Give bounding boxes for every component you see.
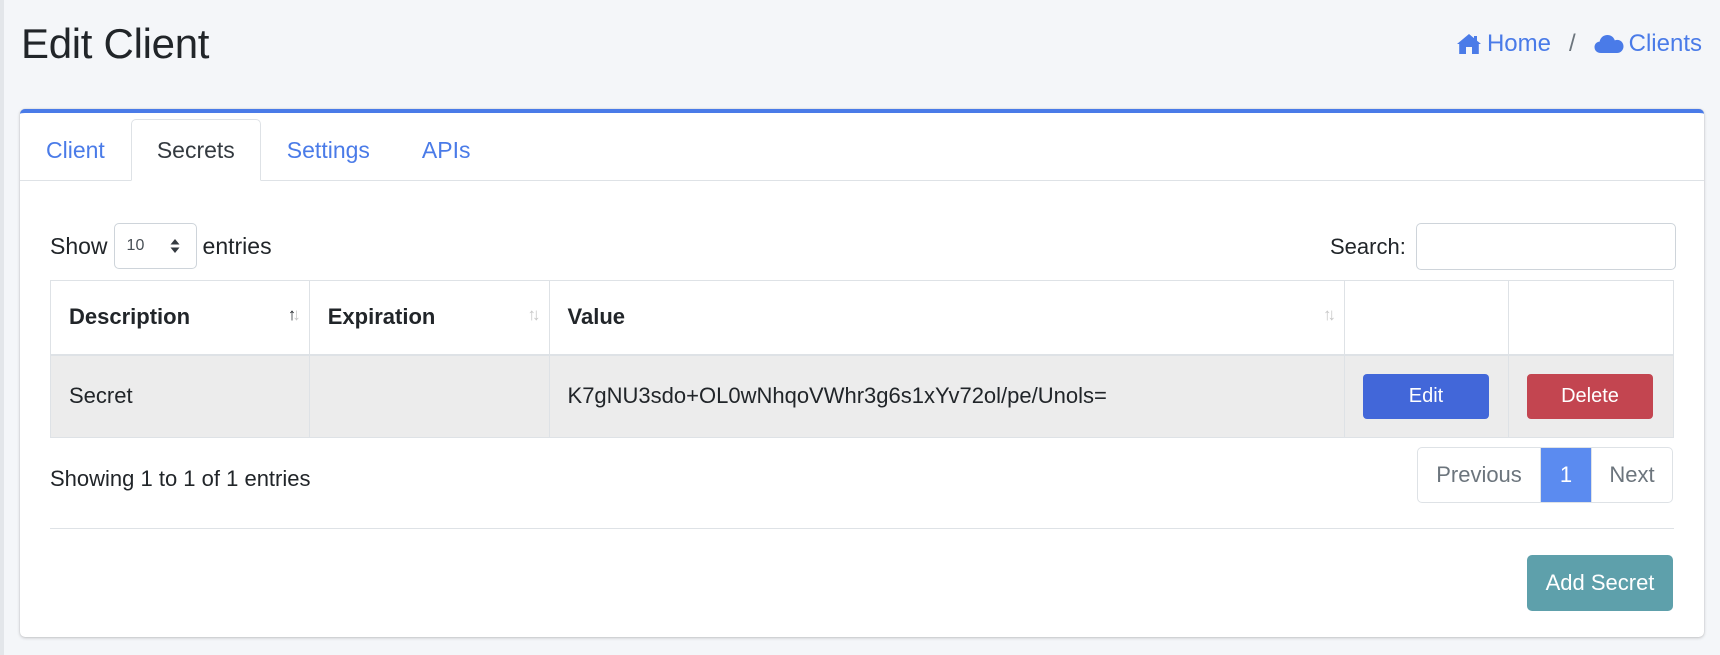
cloud-icon <box>1594 35 1624 53</box>
column-value-label: Value <box>567 304 625 330</box>
add-secret-button[interactable]: Add Secret <box>1527 555 1673 611</box>
column-edit <box>1343 280 1509 356</box>
column-delete <box>1507 280 1675 356</box>
search-input[interactable] <box>1415 223 1676 270</box>
cell-edit: Edit <box>1343 354 1509 438</box>
home-icon <box>1456 34 1481 54</box>
tab-apis[interactable]: APIs <box>396 119 497 181</box>
table-row: Secret K7gNU3sdo+OL0wNhqoVWhr3g6s1xYv72o… <box>50 354 1675 438</box>
entries-select[interactable]: 10 <box>113 223 197 269</box>
column-expiration[interactable]: Expiration ↑↓ <box>308 280 550 356</box>
cell-expiration <box>308 354 550 438</box>
table-info: Showing 1 to 1 of 1 entries <box>50 466 311 491</box>
table-header-row: Description ↑↓ Expiration ↑↓ Value ↑↓ <box>50 280 1675 356</box>
cell-description: Secret <box>50 354 310 438</box>
search-label: Search: <box>1330 233 1406 259</box>
entries-label: entries <box>202 232 272 259</box>
tab-secrets[interactable]: Secrets <box>130 119 261 181</box>
column-description[interactable]: Description ↑↓ <box>50 280 310 356</box>
breadcrumb-home-label: Home <box>1486 30 1551 57</box>
breadcrumb-home[interactable]: Home <box>1456 30 1551 58</box>
edit-button[interactable]: Edit <box>1362 373 1489 419</box>
sort-asc-icon: ↑↓ <box>287 305 301 324</box>
show-label: Show <box>50 232 108 259</box>
page-1-button[interactable]: 1 <box>1541 448 1591 502</box>
breadcrumb-clients-label: Clients <box>1628 30 1702 57</box>
tab-bar: Client Secrets Settings APIs <box>20 113 1704 181</box>
tab-settings[interactable]: Settings <box>261 119 396 181</box>
cell-value: K7gNU3sdo+OL0wNhqoVWhr3g6s1xYv72ol/pe/Un… <box>548 354 1345 438</box>
tab-client[interactable]: Client <box>20 119 131 181</box>
sort-arrows-icon <box>170 239 180 253</box>
length-control: Show 10 entries <box>50 223 272 269</box>
divider <box>50 528 1674 529</box>
next-button[interactable]: Next <box>1591 448 1672 502</box>
page-title: Edit Client <box>21 20 210 67</box>
sort-icon: ↑↓ <box>527 305 541 324</box>
column-expiration-label: Expiration <box>327 304 436 330</box>
entries-select-value: 10 <box>126 237 145 254</box>
cell-delete: Delete <box>1507 354 1675 438</box>
column-description-label: Description <box>69 304 191 330</box>
breadcrumb: Home / Clients <box>1456 30 1702 58</box>
column-value[interactable]: Value ↑↓ <box>548 280 1345 356</box>
breadcrumb-separator: / <box>1568 30 1576 57</box>
window-edge <box>0 0 4 655</box>
secrets-table: Description ↑↓ Expiration ↑↓ Value ↑↓ Se… <box>50 280 1675 438</box>
search-control: Search: <box>1330 223 1676 270</box>
delete-button[interactable]: Delete <box>1526 373 1653 419</box>
sort-icon: ↑↓ <box>1322 305 1336 324</box>
pagination: Previous 1 Next <box>1417 447 1673 503</box>
previous-button[interactable]: Previous <box>1418 448 1541 502</box>
client-card: Client Secrets Settings APIs Show 10 ent… <box>20 109 1704 637</box>
breadcrumb-clients[interactable]: Clients <box>1594 30 1702 58</box>
